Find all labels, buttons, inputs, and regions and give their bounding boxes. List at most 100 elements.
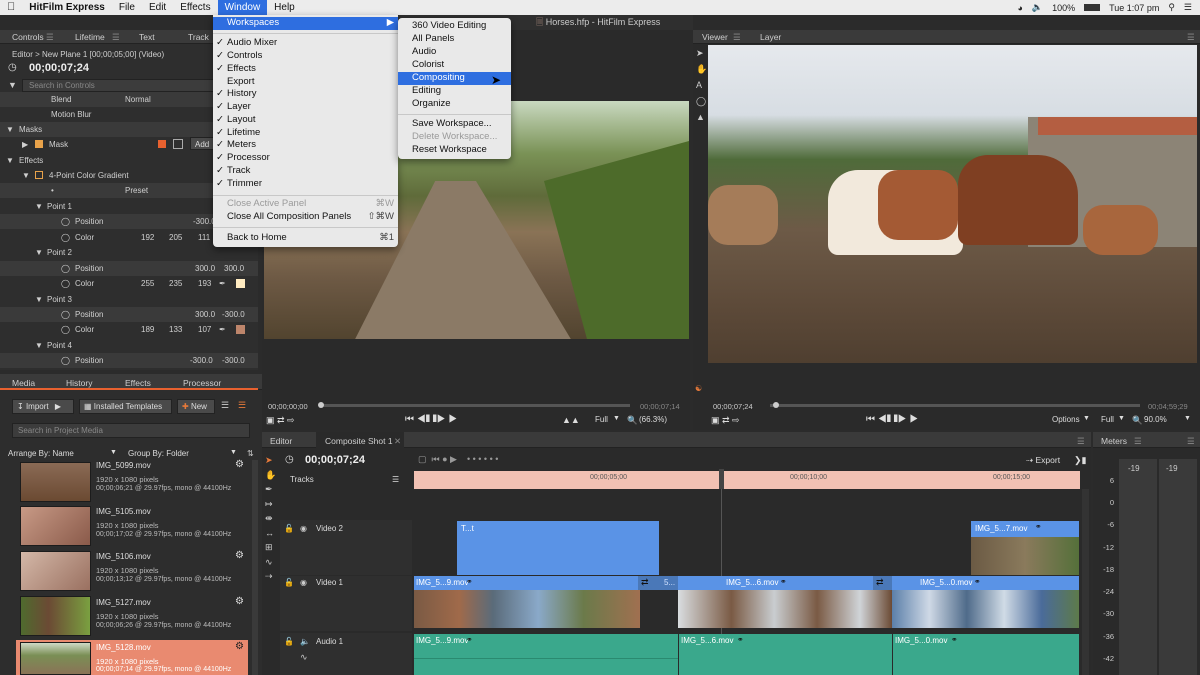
p3-color-b[interactable]: 107 bbox=[198, 322, 211, 337]
expand-point2-icon[interactable]: ▼ bbox=[35, 245, 43, 260]
keyframe-icon[interactable]: ◯ bbox=[61, 353, 70, 368]
panel-menu-icon[interactable]: ☰ bbox=[1187, 434, 1195, 448]
menu-file[interactable]: File bbox=[112, 0, 142, 15]
slide-tool-icon[interactable]: ⇼ bbox=[265, 511, 275, 526]
menu-app[interactable]: HitFilm Express bbox=[22, 0, 112, 15]
chevron-down-icon[interactable]: ▼ bbox=[110, 449, 117, 456]
trimmer-transport-icons[interactable]: ⏮ ◀❚ ❚▶ ▶ bbox=[405, 414, 457, 425]
trimmer-quality-select[interactable]: Full bbox=[595, 415, 608, 424]
close-tab-icon[interactable]: ✕ bbox=[394, 434, 401, 448]
menu-edit[interactable]: Edit bbox=[142, 0, 173, 15]
p2-color-r[interactable]: 255 bbox=[141, 276, 154, 291]
audio-clip[interactable]: IMG_5...9.mov ⚭ bbox=[414, 634, 678, 675]
expand-point3-icon[interactable]: ▼ bbox=[35, 292, 43, 307]
mask-mode-icon[interactable] bbox=[173, 139, 183, 149]
rate-tool-icon[interactable]: ∿ bbox=[265, 555, 275, 570]
menu-item-export[interactable]: Export bbox=[213, 76, 398, 89]
p4-pos-x[interactable]: -300.0 bbox=[190, 353, 213, 368]
blend-select[interactable]: Normal bbox=[125, 92, 151, 107]
hand-tool-icon[interactable]: ✋ bbox=[265, 468, 276, 483]
menu-effects[interactable]: Effects bbox=[173, 0, 217, 15]
arrange-select[interactable]: Arrange By: Name bbox=[8, 449, 74, 458]
p2-color-b[interactable]: 193 bbox=[198, 276, 211, 291]
panel-menu-icon[interactable]: ☰ bbox=[733, 30, 741, 44]
apple-icon[interactable]:  bbox=[0, 0, 22, 15]
save-workspace[interactable]: Save Workspace... bbox=[398, 118, 511, 131]
list-view-icon[interactable]: ☰ bbox=[221, 400, 229, 411]
roll-tool-icon[interactable]: ↔ bbox=[265, 526, 275, 541]
viewer-transport-icons[interactable]: ⏮ ◀❚ ❚▶ ▶ bbox=[866, 414, 918, 425]
preset-select[interactable]: Preset bbox=[125, 183, 148, 198]
detail-view-icon[interactable]: ☰ bbox=[238, 400, 246, 411]
track-header-video2[interactable]: 🔓 ◉ Video 2 bbox=[280, 520, 412, 575]
timeline-toolbar-icons[interactable]: ▢ ⏮ ● ▶ • • • • • • bbox=[418, 454, 498, 465]
chevron-down-icon[interactable]: ▼ bbox=[613, 415, 620, 422]
panel-menu-icon[interactable]: ☰ bbox=[1077, 434, 1085, 448]
keyframe-icon[interactable]: ◯ bbox=[61, 307, 70, 322]
menu-item-effects[interactable]: ✓ Effects bbox=[213, 63, 398, 76]
workspace-audio[interactable]: Audio bbox=[398, 46, 511, 59]
menu-item-layer[interactable]: ✓ Layer bbox=[213, 101, 398, 114]
sort-icon[interactable]: ⇅ bbox=[247, 449, 254, 458]
viewer-options-button[interactable]: Options bbox=[1052, 415, 1080, 424]
effect-toggle[interactable] bbox=[35, 171, 43, 179]
eyedropper-icon[interactable]: ✒ bbox=[219, 276, 226, 291]
expand-effect-icon[interactable]: ▼ bbox=[22, 168, 30, 183]
p2-pos-y[interactable]: 300.0 bbox=[224, 261, 244, 276]
zoom-icon[interactable]: 🔍 bbox=[1132, 415, 1143, 426]
workspace-organize[interactable]: Organize bbox=[398, 98, 511, 111]
tab-track[interactable]: Track bbox=[188, 30, 209, 44]
clock[interactable]: Tue 1:07 pm bbox=[1109, 3, 1159, 13]
tab-lifetime[interactable]: Lifetime bbox=[75, 30, 105, 44]
audio-clip[interactable]: IMG_5...6.mov ⚭ bbox=[679, 634, 892, 675]
tab-viewer[interactable]: Viewer bbox=[702, 30, 728, 44]
tab-layer[interactable]: Layer bbox=[760, 30, 781, 44]
battery-label[interactable]: 100% bbox=[1052, 3, 1075, 13]
pin-tool-icon[interactable]: ▲ bbox=[696, 109, 706, 125]
menu-item-layout[interactable]: ✓ Layout bbox=[213, 114, 398, 127]
menu-item-controls[interactable]: ✓ Controls bbox=[213, 50, 398, 63]
waveform-toggle-icon[interactable]: ∿ bbox=[300, 652, 308, 663]
tab-meters[interactable]: Meters bbox=[1101, 434, 1127, 448]
tab-effects[interactable]: Effects bbox=[125, 376, 151, 390]
expand-point4-icon[interactable]: ▼ bbox=[35, 338, 43, 353]
p1-color-r[interactable]: 192 bbox=[141, 230, 154, 245]
notification-icon[interactable]: ☰ bbox=[1184, 2, 1192, 13]
tab-controls[interactable]: Controls bbox=[12, 30, 44, 44]
expand-mask-icon[interactable]: ▶ bbox=[22, 137, 28, 152]
viewer-quality-select[interactable]: Full bbox=[1101, 415, 1114, 424]
menu-help[interactable]: Help bbox=[267, 0, 302, 15]
panel-menu-icon[interactable]: ☰ bbox=[1134, 434, 1142, 448]
filter-icon[interactable]: ▼ bbox=[8, 80, 17, 90]
viewer-video-frame[interactable] bbox=[708, 45, 1197, 363]
gear-icon[interactable]: ⚙ bbox=[235, 641, 244, 652]
keyframe-icon[interactable]: ◯ bbox=[61, 276, 70, 291]
keyframe-icon[interactable]: ◯ bbox=[61, 214, 70, 229]
viewer-zoom[interactable]: 90.0% bbox=[1144, 415, 1167, 424]
text-tool-icon[interactable]: A bbox=[696, 77, 706, 93]
clip-video[interactable]: IMG_5...6.mov ⚭ bbox=[678, 576, 892, 628]
tracks-menu-icon[interactable]: ☰ bbox=[392, 475, 399, 484]
chevron-down-icon[interactable]: ▼ bbox=[1083, 415, 1090, 422]
eye-icon[interactable]: ◉ bbox=[300, 524, 307, 533]
menu-item-lifetime[interactable]: ✓ Lifetime bbox=[213, 127, 398, 140]
keyframe-icon[interactable]: ◯ bbox=[61, 230, 70, 245]
volume-icon[interactable]: 🔈 bbox=[1032, 2, 1043, 13]
p3-pos-y[interactable]: -300.0 bbox=[222, 307, 245, 322]
eye-icon[interactable]: ◉ bbox=[300, 578, 307, 587]
lock-icon[interactable]: 🔓 bbox=[284, 637, 294, 646]
gear-icon[interactable]: ⚙ bbox=[235, 596, 244, 607]
razor-tool-icon[interactable]: ✒ bbox=[265, 482, 275, 497]
eyedropper-icon[interactable]: ✒ bbox=[219, 322, 226, 337]
add-mask-button[interactable]: Add bbox=[190, 137, 215, 150]
trimmer-playhead[interactable] bbox=[318, 402, 324, 408]
p4-pos-y[interactable]: -300.0 bbox=[222, 353, 245, 368]
clip-video[interactable]: IMG_5...9.mov ⚭ bbox=[414, 576, 640, 628]
chevron-down-icon[interactable]: ▼ bbox=[1184, 415, 1191, 422]
workspace-all-panels[interactable]: All Panels bbox=[398, 33, 511, 46]
lock-icon[interactable]: 🔓 bbox=[284, 524, 294, 533]
menu-item-track[interactable]: ✓ Track bbox=[213, 165, 398, 178]
spotlight-icon[interactable]: ⚲ bbox=[1168, 2, 1175, 13]
track-header-video1[interactable]: 🔓 ◉ Video 1 bbox=[280, 576, 412, 631]
panel-menu-icon[interactable]: ☰ bbox=[1187, 30, 1195, 44]
